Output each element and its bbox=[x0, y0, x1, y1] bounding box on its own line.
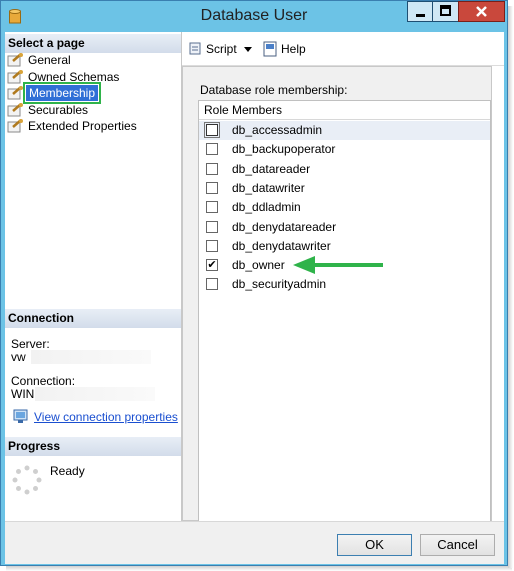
role-row-db_backupoperator[interactable]: db_backupoperator bbox=[199, 140, 490, 159]
progress-status: Ready bbox=[50, 464, 85, 478]
cancel-button[interactable]: Cancel bbox=[420, 534, 495, 556]
help-icon bbox=[263, 41, 277, 57]
role-membership-label: Database role membership: bbox=[200, 83, 348, 97]
view-connection-properties-link[interactable]: View connection properties bbox=[34, 410, 178, 424]
wrench-page-icon bbox=[7, 102, 23, 116]
server-label: Server: bbox=[11, 337, 50, 351]
left-pane: Select a page General Owned Schemas Member… bbox=[5, 32, 182, 521]
dialog-window: Database User Select a page General Owned… bbox=[0, 0, 508, 566]
chevron-down-icon[interactable] bbox=[244, 47, 252, 52]
toolbar: Script Help bbox=[182, 32, 504, 66]
select-page-header: Select a page bbox=[5, 34, 181, 53]
role-name: db_owner bbox=[232, 258, 285, 273]
maximize-icon bbox=[440, 5, 451, 16]
page-item-label: Extended Properties bbox=[28, 119, 137, 133]
role-members-column-header[interactable]: Role Members bbox=[199, 101, 490, 120]
wrench-page-icon bbox=[7, 119, 23, 133]
right-pane: Script Help Database role membership: Ro… bbox=[182, 32, 504, 537]
green-arrow-annotation bbox=[293, 256, 383, 274]
role-row-db_datawriter[interactable]: db_datawriter bbox=[199, 179, 490, 198]
role-checkbox[interactable]: ✔ bbox=[206, 259, 218, 272]
ok-button[interactable]: OK bbox=[337, 534, 412, 556]
wrench-page-icon bbox=[7, 69, 23, 83]
dialog-client: Select a page General Owned Schemas Member… bbox=[5, 32, 504, 564]
close-icon bbox=[476, 6, 487, 17]
redacted-connection bbox=[35, 387, 155, 401]
role-name: db_datareader bbox=[232, 161, 311, 176]
content-panel: Database role membership: Role Members d… bbox=[182, 66, 492, 537]
script-button[interactable]: Script bbox=[187, 41, 252, 57]
server-value: vw bbox=[11, 350, 26, 364]
role-checkbox[interactable] bbox=[206, 239, 218, 252]
help-button[interactable]: Help bbox=[262, 41, 307, 57]
role-name: db_ddladmin bbox=[232, 200, 301, 215]
role-name: db_securityadmin bbox=[232, 277, 327, 292]
dialog-footer: OK Cancel bbox=[5, 521, 504, 564]
maximize-button[interactable] bbox=[432, 1, 459, 22]
role-checkbox[interactable] bbox=[206, 162, 218, 175]
help-label: Help bbox=[281, 42, 306, 56]
role-checkbox[interactable] bbox=[206, 220, 218, 233]
connection-label: Connection: bbox=[11, 374, 76, 388]
wrench-page-icon bbox=[7, 86, 23, 100]
connection-value: WIN bbox=[11, 387, 35, 401]
role-name: db_backupoperator bbox=[232, 142, 336, 157]
role-row-db_datareader[interactable]: db_datareader bbox=[199, 160, 490, 179]
role-checkbox[interactable] bbox=[206, 201, 218, 214]
title-bar[interactable]: Database User bbox=[1, 1, 507, 33]
role-row-db_securityadmin[interactable]: db_securityadmin bbox=[199, 275, 490, 294]
window-shadow-right bbox=[508, 6, 513, 568]
role-name: db_accessadmin bbox=[232, 123, 323, 137]
progress-header: Progress bbox=[5, 437, 181, 456]
role-name: db_denydatareader bbox=[232, 219, 337, 234]
wrench-page-icon bbox=[7, 53, 23, 67]
redacted-server bbox=[31, 350, 151, 364]
page-item-label: Securables bbox=[28, 102, 89, 117]
role-row-db_accessadmin[interactable]: db_accessadmin bbox=[199, 121, 490, 140]
progress-spinner-icon bbox=[12, 465, 42, 495]
page-item-label: General bbox=[28, 53, 71, 67]
close-button[interactable] bbox=[458, 1, 505, 22]
connection-header: Connection bbox=[5, 309, 181, 328]
page-item-label: Owned Schemas bbox=[28, 69, 120, 84]
window-shadow bbox=[6, 566, 512, 571]
script-icon bbox=[189, 42, 201, 55]
role-checkbox[interactable] bbox=[204, 122, 220, 138]
role-checkbox[interactable] bbox=[206, 278, 218, 291]
minimize-icon bbox=[416, 14, 425, 17]
script-label: Script bbox=[206, 42, 237, 56]
role-checkbox[interactable] bbox=[206, 143, 218, 156]
page-item-label: Membership bbox=[22, 82, 102, 104]
role-row-db_ddladmin[interactable]: db_ddladmin bbox=[199, 198, 490, 217]
role-checkbox[interactable] bbox=[206, 181, 218, 194]
minimize-button[interactable] bbox=[407, 1, 433, 22]
role-row-db_denydatareader[interactable]: db_denydatareader bbox=[199, 218, 490, 237]
role-name: db_datawriter bbox=[232, 180, 305, 195]
connection-properties-icon bbox=[13, 409, 28, 423]
role-members-list[interactable]: Role Members db_accessadmin db_backupoper… bbox=[198, 100, 491, 537]
